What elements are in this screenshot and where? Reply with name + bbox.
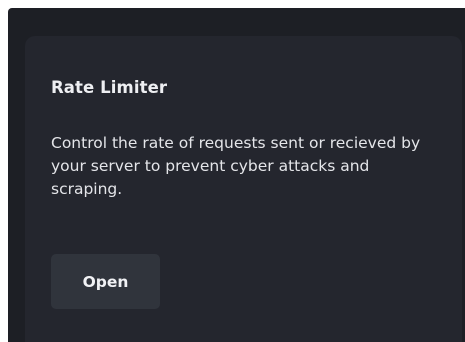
card-title: Rate Limiter — [51, 78, 168, 97]
panel-background: Rate Limiter Control the rate of request… — [8, 8, 465, 342]
card-description: Control the rate of requests sent or rec… — [51, 134, 421, 198]
open-button[interactable]: Open — [51, 254, 160, 309]
rate-limiter-card: Rate Limiter Control the rate of request… — [25, 36, 462, 342]
